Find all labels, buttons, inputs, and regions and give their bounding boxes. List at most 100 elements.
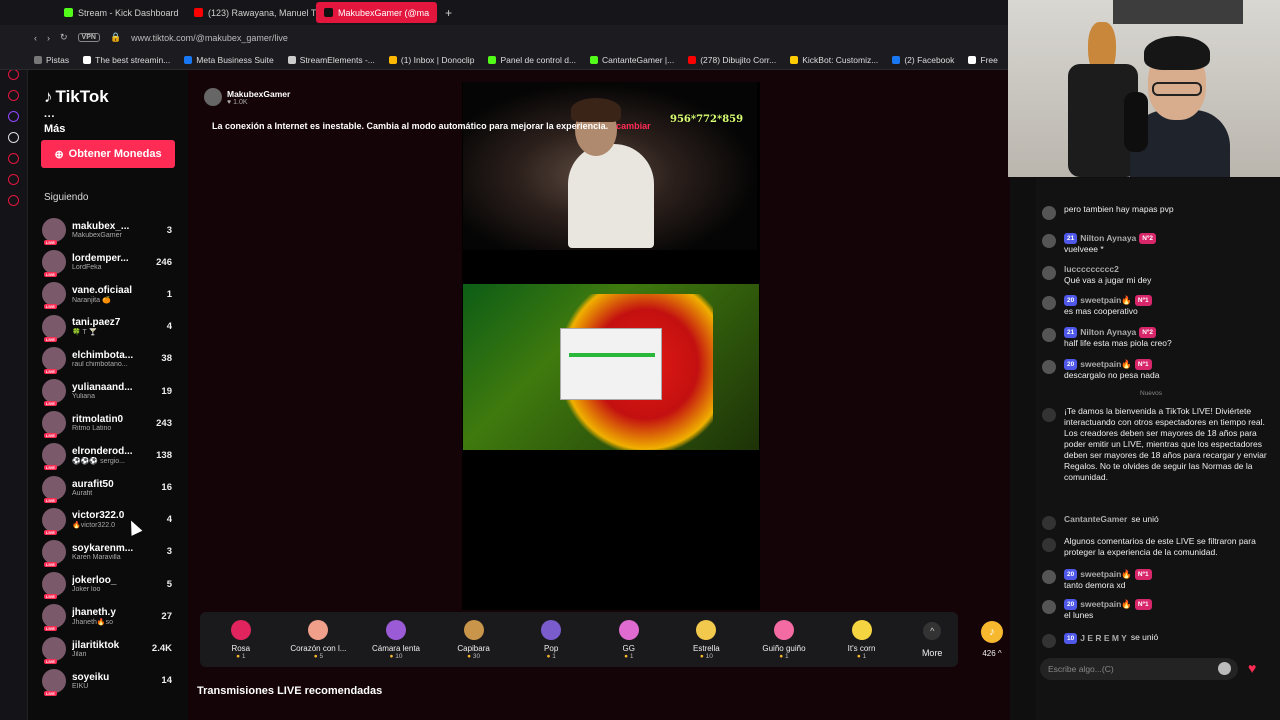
avatar[interactable]	[42, 507, 66, 535]
gift-item[interactable]: Capibara30	[435, 619, 513, 660]
following-item[interactable]: yulianaand...Yuliana 19	[42, 375, 182, 407]
bookmark-item[interactable]: StreamElements -...	[287, 55, 375, 65]
gift-item[interactable]: Cámara lenta10	[357, 619, 435, 660]
following-item[interactable]: tani.paez7🍀 T 🍸 4	[42, 311, 182, 343]
avatar[interactable]	[42, 572, 66, 600]
avatar[interactable]	[42, 636, 66, 664]
live-video[interactable]: 956*772*859	[462, 82, 760, 610]
following-subname: Yuliana	[72, 393, 95, 401]
gift-item[interactable]: It's corn1	[823, 619, 901, 660]
avatar[interactable]	[1042, 296, 1056, 310]
streamer-name[interactable]: MakubexGamer	[227, 89, 290, 99]
chat-username[interactable]: 20 sweetpain🔥 Nº1	[1064, 359, 1152, 370]
gift-item[interactable]: Pop1	[512, 619, 590, 660]
avatar[interactable]	[42, 346, 66, 374]
chat-username[interactable]: CantanteGamer	[1064, 514, 1127, 525]
following-item[interactable]: jokerloo_Joker loo 5	[42, 568, 182, 600]
avatar[interactable]	[42, 668, 66, 696]
tiktok-logo[interactable]: ♪ TikTok	[44, 87, 109, 107]
forward-icon[interactable]: ›	[47, 33, 50, 43]
avatar[interactable]	[42, 250, 66, 278]
emoji-icon[interactable]	[1218, 662, 1231, 675]
chat-username[interactable]: 20 sweetpain🔥 Nº1	[1064, 599, 1152, 610]
avatar[interactable]	[1042, 570, 1056, 584]
history-icon[interactable]	[8, 174, 19, 185]
following-item[interactable]: vane.oficiaalNaranjita 🍊 1	[42, 278, 182, 310]
bookmark-item[interactable]: (278) Dibujito Corr...	[688, 55, 776, 65]
bookmark-item[interactable]: Panel de control d...	[488, 55, 576, 65]
gift-item[interactable]: Guiño guiño1	[745, 619, 823, 660]
following-item[interactable]: elronderod...⚽⚽⚽ sergio... 138	[42, 439, 182, 471]
x-icon[interactable]	[8, 132, 19, 143]
bookmark-item[interactable]: (1) Inbox | Donoclip	[388, 55, 474, 65]
streamer-info[interactable]: MakubexGamer ♥ 1.0K	[204, 88, 290, 106]
following-item[interactable]: makubex_...MakubexGamer 3	[42, 214, 182, 246]
bookmark-item[interactable]: CantanteGamer |...	[590, 55, 674, 65]
chat-username[interactable]: 21 Nilton Aynaya Nº2	[1064, 327, 1156, 338]
get-coins-button[interactable]: ⊕ Obtener Monedas	[41, 140, 175, 168]
bookmark-item[interactable]: KickBot: Customiz...	[790, 55, 878, 65]
following-names: makubex_... MakubexGamer	[72, 221, 142, 239]
tab-tiktok[interactable]: MakubexGamer (@ma	[316, 2, 438, 23]
following-item[interactable]: victor322.0🔥victor322.04	[42, 504, 182, 536]
avatar[interactable]	[42, 604, 66, 632]
avatar[interactable]	[42, 218, 66, 246]
avatar[interactable]	[42, 314, 66, 342]
following-item[interactable]: jilaritiktokJilari 2.4K	[42, 632, 182, 664]
sidebar-app-icon[interactable]	[8, 90, 19, 101]
following-item[interactable]: lordemper...LordFeka 246	[42, 246, 182, 278]
change-mode-link[interactable]: cambiar	[616, 121, 651, 131]
bookmark-item[interactable]: Meta Business Suite	[184, 55, 274, 65]
avatar[interactable]	[42, 443, 66, 471]
bookmark-item[interactable]: The best streamin...	[83, 55, 170, 65]
following-item[interactable]: soykarenm...Karen Maravilla 3	[42, 536, 182, 568]
gift-icon	[618, 619, 639, 640]
following-item[interactable]: jhaneth.yJhaneth🔥so 27	[42, 600, 182, 632]
avatar[interactable]	[1042, 234, 1056, 248]
chat-input[interactable]: Escribe algo...(C)	[1040, 658, 1238, 680]
new-tab-button[interactable]: +	[437, 2, 460, 23]
reload-icon[interactable]: ↻	[60, 32, 68, 43]
back-icon[interactable]: ‹	[34, 33, 37, 43]
gift-item[interactable]: Estrella10	[668, 619, 746, 660]
bookmark-item[interactable]: Pistas	[34, 55, 69, 65]
chat-username[interactable]: 20 sweetpain🔥 Nº1	[1064, 295, 1152, 306]
sidebar-app-icon[interactable]	[8, 153, 19, 164]
vpn-badge[interactable]: VPN	[77, 33, 100, 42]
url-field[interactable]: www.tiktok.com/@makubex_gamer/live	[131, 33, 288, 43]
more-menu[interactable]: ··· Más	[44, 111, 65, 135]
gift-item[interactable]: Corazón con l...5	[280, 619, 358, 660]
avatar[interactable]	[1042, 328, 1056, 342]
tab-youtube[interactable]: (123) Rawayana, Manuel T	[186, 2, 316, 23]
heart-icon[interactable]: ♥	[1248, 660, 1256, 676]
bookmark-item[interactable]: Free	[968, 55, 998, 65]
avatar[interactable]	[1042, 600, 1056, 614]
following-item[interactable]: ritmolatin0Ritmo Latino 243	[42, 407, 182, 439]
avatar[interactable]	[1042, 360, 1056, 374]
chat-username[interactable]: 21 Nilton Aynaya Nº2	[1064, 233, 1156, 244]
gift-more-button[interactable]: ^ More	[906, 621, 958, 658]
following-item[interactable]: elchimbota...raul chimbotano... 38	[42, 343, 182, 375]
tab-kick[interactable]: Stream - Kick Dashboard	[56, 2, 186, 23]
coin-balance[interactable]: ♪ 426 ^	[970, 612, 1014, 667]
avatar[interactable]	[42, 475, 66, 503]
following-item[interactable]: soyeikuEIKU 14	[42, 665, 182, 697]
avatar[interactable]	[1042, 266, 1056, 280]
twitch-icon[interactable]	[8, 111, 19, 122]
sidebar-app-icon[interactable]	[8, 69, 19, 80]
gift-item[interactable]: Rosa1	[202, 619, 280, 660]
avatar[interactable]	[42, 539, 66, 567]
following-item[interactable]: aurafit50Aurafit 16	[42, 472, 182, 504]
chat-username[interactable]: 10 J E R E M Y	[1064, 633, 1127, 644]
avatar[interactable]	[42, 411, 66, 439]
gift-item[interactable]: GG1	[590, 619, 668, 660]
avatar[interactable]	[1042, 206, 1056, 220]
avatar[interactable]	[42, 379, 66, 407]
chat-message: 20 sweetpain🔥 Nº1 descargalo no pesa nada	[1042, 358, 1274, 381]
avatar[interactable]	[42, 282, 66, 310]
chat-username[interactable]: luccccccccc2	[1064, 264, 1119, 275]
bookmark-item[interactable]: (2) Facebook	[892, 55, 954, 65]
settings-icon[interactable]	[8, 195, 19, 206]
streamer-avatar[interactable]	[204, 88, 222, 106]
chat-username[interactable]: 20 sweetpain🔥 Nº1	[1064, 569, 1152, 580]
